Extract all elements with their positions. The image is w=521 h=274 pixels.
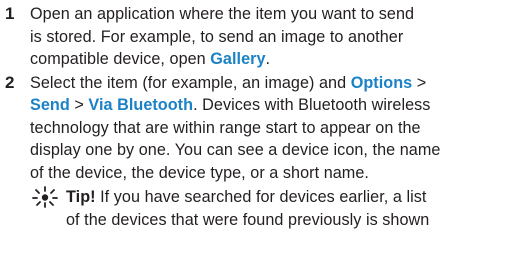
text-line: Select the item (for example, an image) … <box>30 72 510 95</box>
tip-line: of the devices that were found previousl… <box>66 209 429 232</box>
text-fragment: is stored. For example, to send an image… <box>30 27 404 46</box>
tip-line-text: If you have searched for devices earlier… <box>95 188 427 206</box>
instructions-page: 1 Open an application where the item you … <box>0 0 521 274</box>
text-fragment: display one by one. You can see a device… <box>30 141 441 159</box>
step-text: Open an application where the item you w… <box>30 3 510 71</box>
text-line: is stored. For example, to send an image… <box>30 26 510 49</box>
step-text: Select the item (for example, an image) … <box>30 72 510 232</box>
menu-command-options: Options <box>350 73 413 92</box>
tip-title: Tip! <box>66 188 96 206</box>
menu-command-gallery: Gallery <box>210 50 266 68</box>
tip-block: Tip! If you have searched for devices ea… <box>30 186 510 231</box>
text-fragment: of the device, the device type, or a sho… <box>30 163 369 182</box>
text-fragment: technology that are within range start t… <box>30 118 421 137</box>
text-fragment: . <box>265 50 271 68</box>
tip-text: Tip! If you have searched for devices ea… <box>66 186 429 231</box>
text-fragment: compatible device, open <box>30 50 211 68</box>
text-fragment: > <box>69 96 89 114</box>
step-2: 2 Select the item (for example, an image)… <box>0 72 521 232</box>
text-line: Open an application where the item you w… <box>30 3 510 26</box>
text-line: technology that are within range start t… <box>30 117 510 140</box>
tip-line: Tip! If you have searched for devices ea… <box>66 186 429 209</box>
tip-bulb-icon <box>30 186 66 208</box>
text-line: display one by one. You can see a device… <box>30 139 510 162</box>
step-1: 1 Open an application where the item you … <box>0 3 521 71</box>
text-fragment: Select the item (for example, an image) … <box>30 73 351 92</box>
text-line: compatible device, open Gallery. <box>30 48 510 71</box>
text-fragment: > <box>412 73 427 92</box>
menu-command-send: Send <box>30 96 70 114</box>
text-line: Send > Via Bluetooth. Devices with Bluet… <box>30 94 510 117</box>
tip-line-text: of the devices that were found previousl… <box>66 210 430 229</box>
step-number: 2 <box>5 72 15 92</box>
text-fragment: Open an application where the item you w… <box>30 5 415 23</box>
step-list: 1 Open an application where the item you … <box>0 3 521 231</box>
step-number: 1 <box>5 4 15 23</box>
text-fragment: . Devices with Bluetooth wireless <box>193 96 431 114</box>
menu-command-via-bluetooth: Via Bluetooth <box>88 96 194 114</box>
text-line: of the device, the device type, or a sho… <box>30 162 510 185</box>
